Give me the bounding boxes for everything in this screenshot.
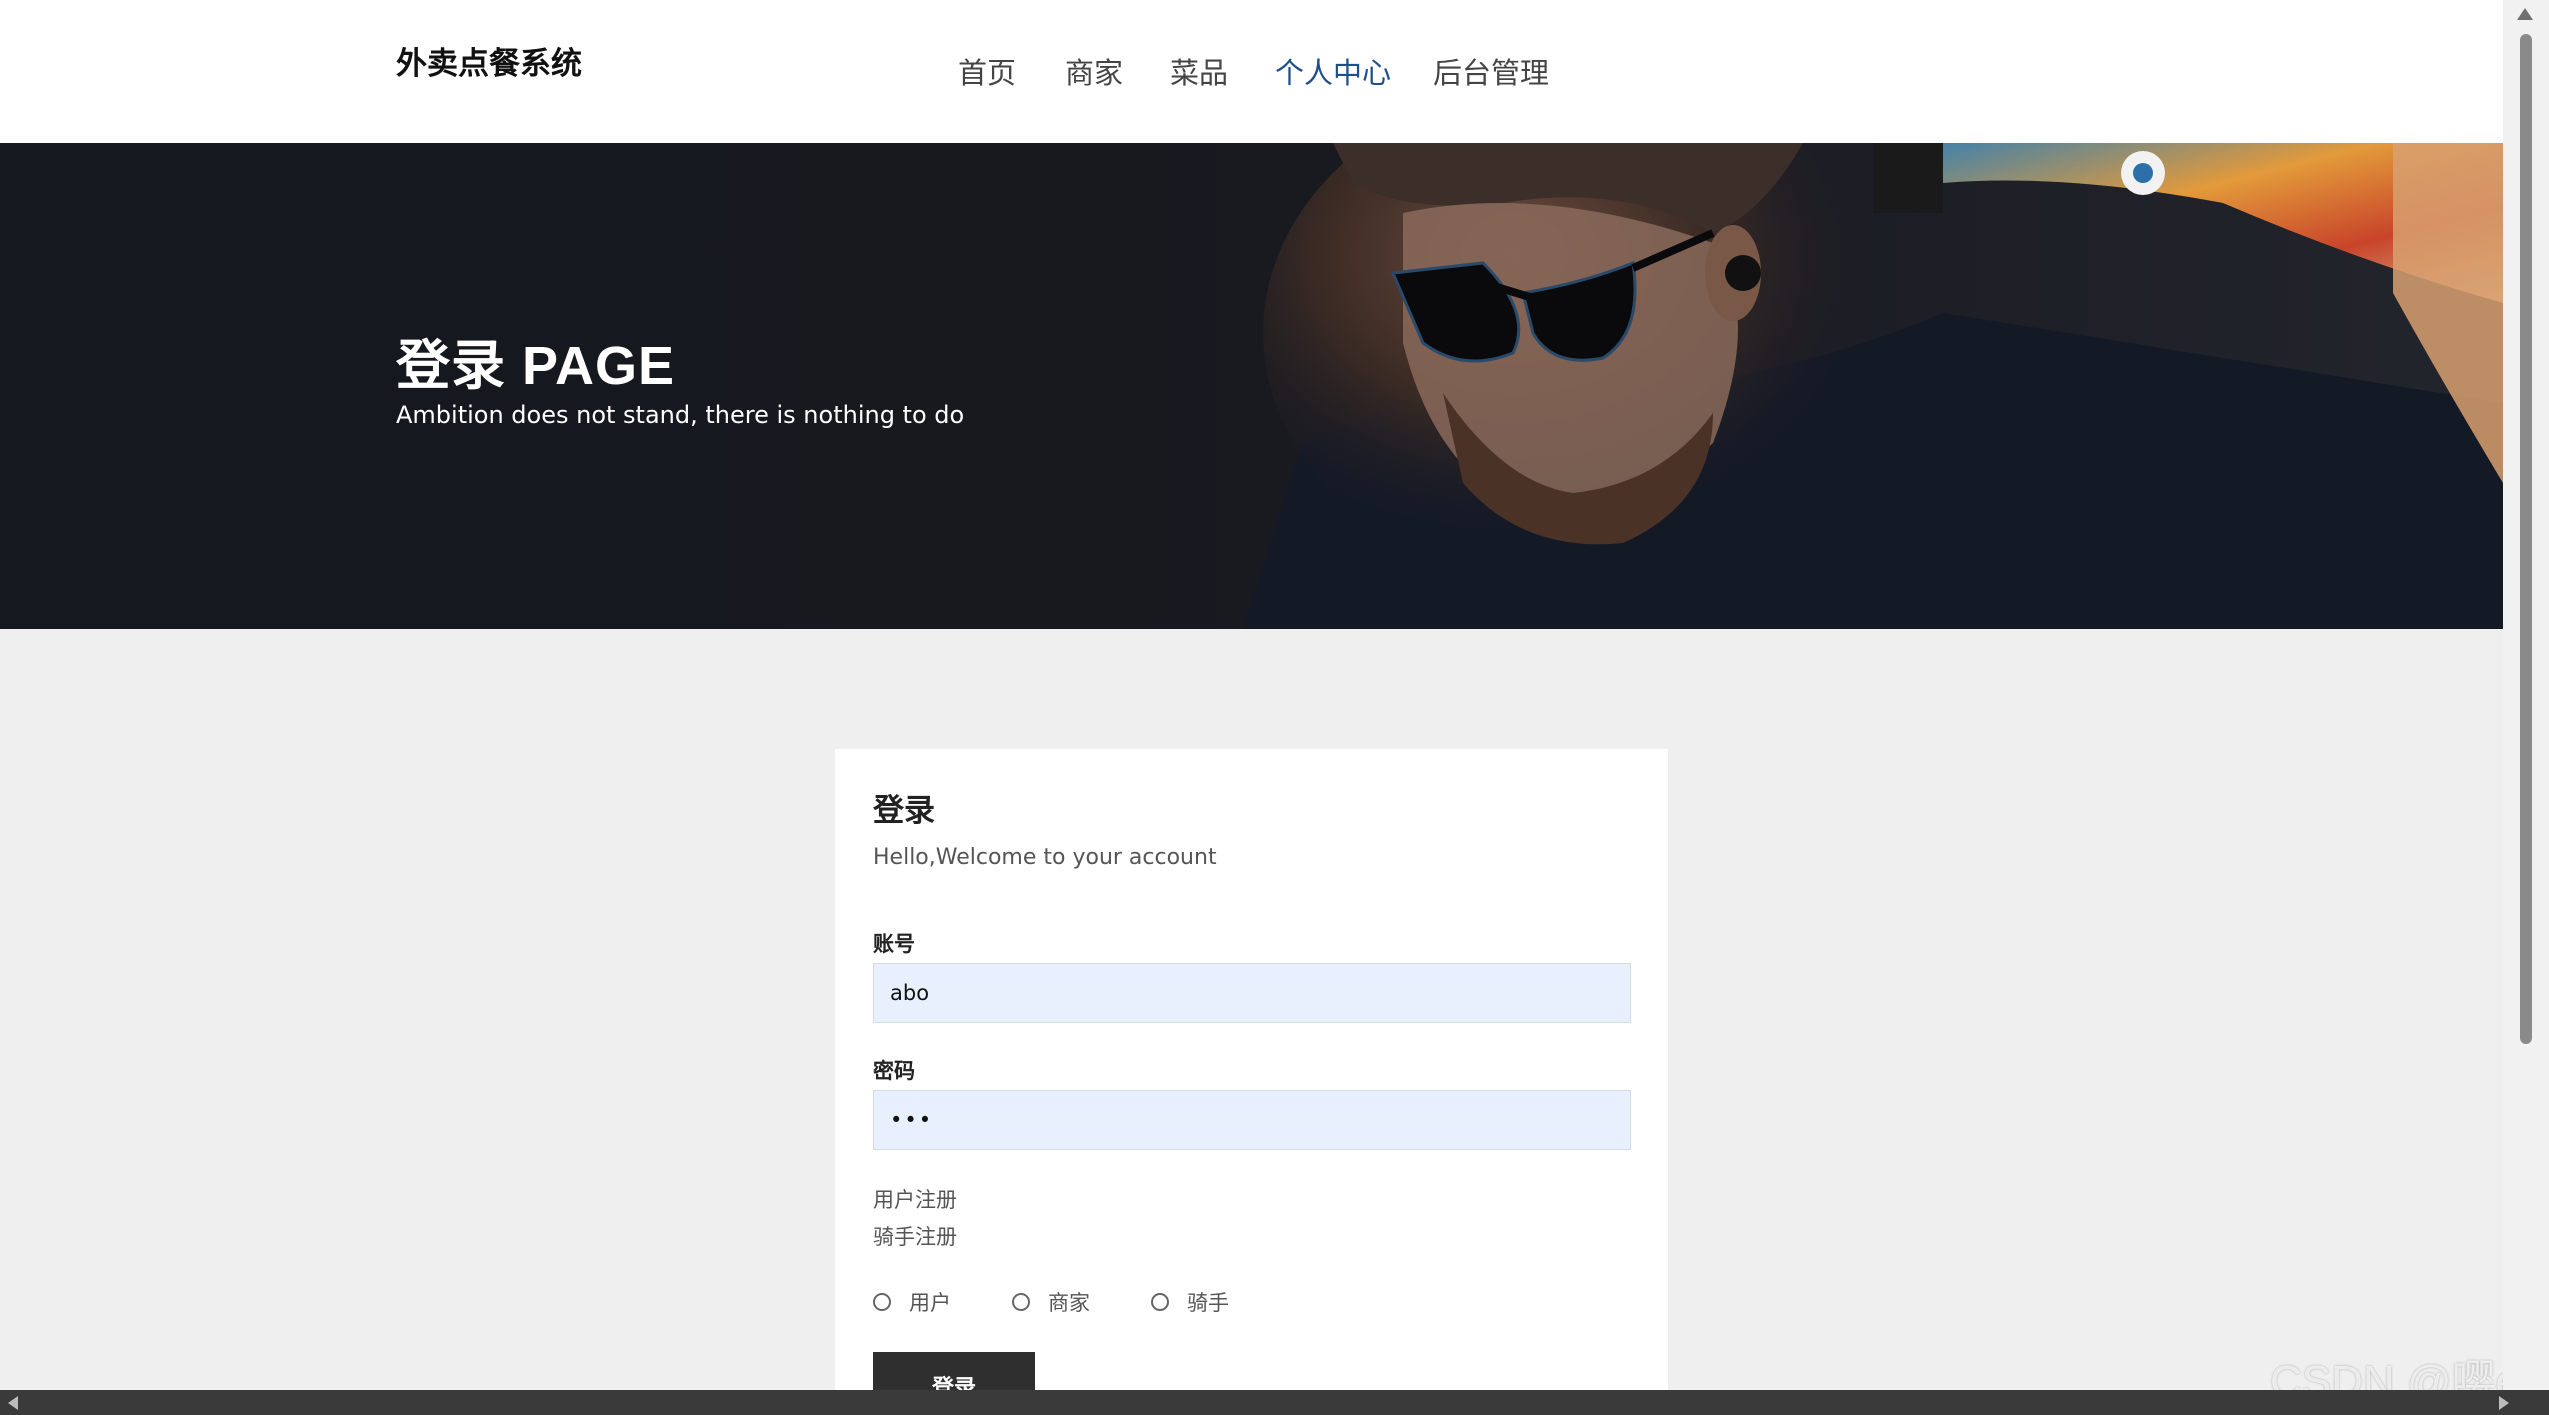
nav-item-dishes[interactable]: 菜品 [1170,50,1228,92]
scroll-right-arrow-icon[interactable] [2499,1396,2509,1410]
rider-register-link[interactable]: 骑手注册 [873,1221,957,1251]
radio-circle-icon[interactable] [1012,1293,1030,1311]
login-title: 登录 [873,793,935,829]
role-radio-merchant[interactable]: 商家 [1012,1287,1090,1317]
radio-circle-icon[interactable] [873,1293,891,1311]
hero-title: 登录 PAGE [396,336,676,396]
user-register-link[interactable]: 用户注册 [873,1184,957,1214]
nav-item-merchants[interactable]: 商家 [1065,50,1123,92]
horizontal-scrollbar[interactable] [0,1390,2549,1415]
scroll-up-arrow-icon[interactable] [2517,8,2533,20]
site-brand[interactable]: 外卖点餐系统 [396,38,582,83]
nav-item-home[interactable]: 首页 [958,50,1016,92]
role-radio-group: 用户 商家 骑手 [873,1287,1373,1317]
scrollbar-thumb[interactable] [2520,34,2532,1044]
account-input[interactable] [873,963,1631,1023]
vertical-scrollbar[interactable] [2503,0,2549,1390]
account-label: 账号 [873,932,915,956]
role-radio-user[interactable]: 用户 [873,1287,951,1317]
login-button[interactable]: 登录 [873,1352,1035,1400]
role-radio-rider[interactable]: 骑手 [1151,1287,1229,1317]
password-label: 密码 [873,1059,915,1083]
password-input[interactable] [873,1090,1631,1150]
hero-subtitle: Ambition does not stand, there is nothin… [396,401,965,429]
role-radio-label: 商家 [1048,1291,1090,1315]
radio-circle-icon[interactable] [1151,1293,1169,1311]
hero-portrait-image [1243,143,2503,629]
hero-banner: 登录 PAGE Ambition does not stand, there i… [0,143,2503,629]
scroll-left-arrow-icon[interactable] [8,1396,18,1410]
role-radio-label: 骑手 [1187,1291,1229,1315]
login-subtitle: Hello,Welcome to your account [873,845,1217,870]
nav-item-admin[interactable]: 后台管理 [1433,50,1549,92]
role-radio-label: 用户 [909,1291,951,1315]
top-header: 外卖点餐系统 首页 商家 菜品 个人中心 后台管理 [0,0,2503,143]
nav-item-personal-center[interactable]: 个人中心 [1275,50,1391,92]
